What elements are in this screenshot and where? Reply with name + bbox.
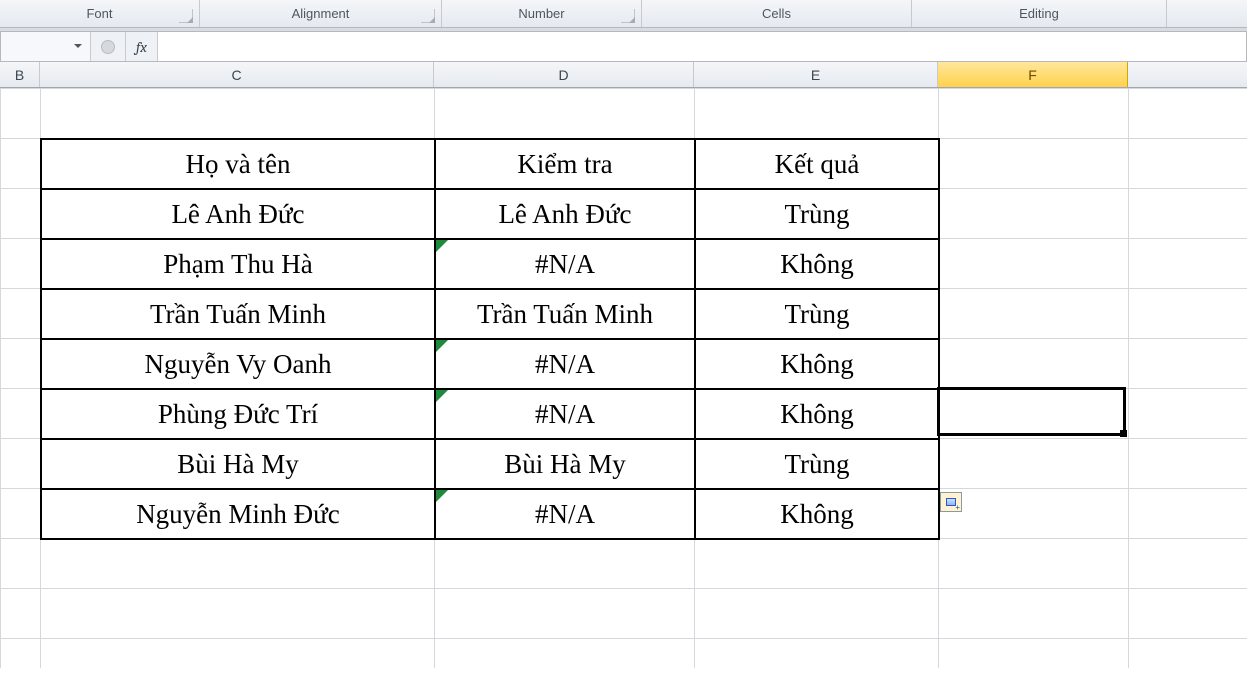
- ribbon-group-labels: Font Alignment Number Cells Editing: [0, 0, 1247, 28]
- ribbon-group-cells[interactable]: Cells: [642, 0, 912, 27]
- column-header-E[interactable]: E: [694, 62, 938, 87]
- error-indicator-icon[interactable]: [436, 240, 448, 252]
- cell[interactable]: Không: [695, 339, 939, 389]
- cell[interactable]: Trùng: [695, 189, 939, 239]
- table-row: Nguyễn Minh Đức#N/AKhông: [41, 489, 939, 539]
- column-header-C[interactable]: C: [40, 62, 434, 87]
- error-indicator-icon[interactable]: [436, 390, 448, 402]
- column-headers: BCDEF: [0, 62, 1247, 88]
- cell[interactable]: Không: [695, 389, 939, 439]
- cell[interactable]: Không: [695, 239, 939, 289]
- cell[interactable]: Trần Tuấn Minh: [435, 289, 695, 339]
- cell[interactable]: #N/A: [435, 489, 695, 539]
- active-cell-outline[interactable]: [937, 387, 1126, 436]
- cell[interactable]: Phạm Thu Hà: [41, 239, 435, 289]
- plus-icon: +: [955, 505, 960, 511]
- cell[interactable]: #N/A: [435, 389, 695, 439]
- cell[interactable]: Trùng: [695, 439, 939, 489]
- gridline: [0, 88, 1, 668]
- table-row: Bùi Hà MyBùi Hà MyTrùng: [41, 439, 939, 489]
- table-row: Phùng Đức Trí#N/AKhông: [41, 389, 939, 439]
- dialog-launcher-icon[interactable]: [621, 9, 635, 23]
- cell[interactable]: Không: [695, 489, 939, 539]
- gridline: [0, 588, 1247, 589]
- cell[interactable]: #N/A: [435, 339, 695, 389]
- paste-options-button[interactable]: +: [940, 492, 962, 512]
- ribbon-group-font[interactable]: Font: [0, 0, 200, 27]
- column-header-D[interactable]: D: [434, 62, 694, 87]
- table-row: Trần Tuấn MinhTrần Tuấn MinhTrùng: [41, 289, 939, 339]
- cell[interactable]: Trùng: [695, 289, 939, 339]
- cancel-formula-icon[interactable]: [101, 40, 115, 54]
- dialog-launcher-icon[interactable]: [179, 9, 193, 23]
- table-row: Lê Anh ĐứcLê Anh ĐứcTrùng: [41, 189, 939, 239]
- cell[interactable]: Phùng Đức Trí: [41, 389, 435, 439]
- table-row: Phạm Thu Hà#N/AKhông: [41, 239, 939, 289]
- spreadsheet-grid[interactable]: Họ và tênKiểm traKết quảLê Anh ĐứcLê Anh…: [0, 88, 1247, 668]
- error-indicator-icon[interactable]: [436, 490, 448, 502]
- table-row: Nguyễn Vy Oanh#N/AKhông: [41, 339, 939, 389]
- cell[interactable]: Kết quả: [695, 139, 939, 189]
- cell[interactable]: Bùi Hà My: [435, 439, 695, 489]
- ribbon-group-alignment[interactable]: Alignment: [200, 0, 442, 27]
- formula-bar: fx: [0, 32, 1247, 62]
- cell[interactable]: Lê Anh Đức: [41, 189, 435, 239]
- dialog-launcher-icon[interactable]: [421, 9, 435, 23]
- ribbon-group-label: Number: [518, 6, 564, 21]
- cell[interactable]: Nguyễn Vy Oanh: [41, 339, 435, 389]
- insert-function-button[interactable]: fx: [126, 32, 158, 61]
- ribbon-group-number[interactable]: Number: [442, 0, 642, 27]
- data-table[interactable]: Họ và tênKiểm traKết quảLê Anh ĐứcLê Anh…: [40, 138, 940, 540]
- gridline: [0, 88, 1247, 89]
- cell[interactable]: #N/A: [435, 239, 695, 289]
- cell[interactable]: Trần Tuấn Minh: [41, 289, 435, 339]
- gridline: [0, 638, 1247, 639]
- cell[interactable]: Nguyễn Minh Đức: [41, 489, 435, 539]
- error-indicator-icon[interactable]: [436, 340, 448, 352]
- chevron-down-icon: [74, 44, 82, 52]
- gridline: [1128, 88, 1129, 668]
- cell[interactable]: Bùi Hà My: [41, 439, 435, 489]
- formula-input[interactable]: [158, 32, 1246, 61]
- ribbon-group-label: Alignment: [292, 6, 350, 21]
- column-header-B[interactable]: B: [0, 62, 40, 87]
- cell[interactable]: Họ và tên: [41, 139, 435, 189]
- formula-bar-buttons: [91, 32, 126, 61]
- cell[interactable]: Lê Anh Đức: [435, 189, 695, 239]
- cell[interactable]: Kiểm tra: [435, 139, 695, 189]
- ribbon-group-label: Cells: [762, 6, 791, 21]
- table-header-row: Họ và tênKiểm traKết quả: [41, 139, 939, 189]
- name-box[interactable]: [1, 32, 91, 61]
- ribbon-group-label: Font: [86, 6, 112, 21]
- ribbon-group-label: Editing: [1019, 6, 1059, 21]
- ribbon-group-editing[interactable]: Editing: [912, 0, 1167, 27]
- column-header-F[interactable]: F: [938, 62, 1128, 87]
